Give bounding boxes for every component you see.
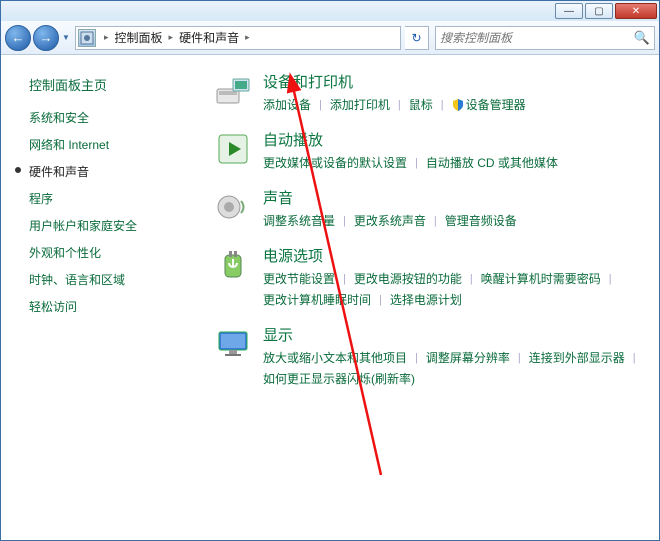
category-links: 更改节能设置 | 更改电源按钮的功能 | 唤醒计算机时需要密码 | 更改计算机睡眠时间 | 选择…: [263, 270, 647, 308]
category-title[interactable]: 设备和打印机: [263, 71, 647, 92]
category-links: 调整系统音量 | 更改系统声音 | 管理音频设备: [263, 212, 647, 229]
link-separator: |: [379, 294, 382, 306]
navbar: ← → ▼ ▸ 控制面板 ▸ 硬件和声音 ▸ ↻ 🔍: [1, 21, 659, 55]
control-panel-icon: [78, 29, 96, 47]
category-link[interactable]: 放大或缩小文本和其他项目: [263, 349, 407, 366]
category: 自动播放更改媒体或设备的默认设置 | 自动播放 CD 或其他媒体: [213, 129, 647, 171]
sidebar-item[interactable]: 程序: [11, 185, 201, 212]
category-link[interactable]: 调整屏幕分辨率: [426, 349, 510, 366]
window: — ▢ ✕ ← → ▼ ▸ 控制面板 ▸ 硬件和声音 ▸ ↻ 🔍 控制面板主页 …: [0, 0, 660, 541]
link-separator: |: [398, 99, 401, 111]
breadcrumb-separator: ▸: [165, 32, 178, 43]
link-separator: |: [609, 273, 612, 285]
display-icon: [213, 324, 253, 364]
breadcrumb-separator: ▸: [241, 32, 254, 43]
category-link[interactable]: 更改计算机睡眠时间: [263, 291, 371, 308]
sidebar-item[interactable]: 系统和安全: [11, 104, 201, 131]
category-body: 自动播放更改媒体或设备的默认设置 | 自动播放 CD 或其他媒体: [263, 129, 647, 171]
link-separator: |: [343, 215, 346, 227]
category-link[interactable]: 连接到外部显示器: [529, 349, 625, 366]
devices-icon: [213, 71, 253, 111]
refresh-button[interactable]: ↻: [405, 26, 429, 50]
body: 控制面板主页 系统和安全网络和 Internet硬件和声音程序用户帐户和家庭安全…: [1, 55, 659, 540]
maximize-button[interactable]: ▢: [585, 3, 613, 19]
search-input[interactable]: [440, 31, 634, 45]
main-content: 设备和打印机添加设备 | 添加打印机 | 鼠标 | 设备管理器自动播放更改媒体或设备的默认设…: [201, 55, 659, 540]
category-body: 设备和打印机添加设备 | 添加打印机 | 鼠标 | 设备管理器: [263, 71, 647, 113]
history-dropdown[interactable]: ▼: [61, 26, 71, 50]
breadcrumb-separator: ▸: [100, 32, 113, 43]
link-separator: |: [319, 99, 322, 111]
category-link[interactable]: 唤醒计算机时需要密码: [481, 270, 601, 287]
category: 显示放大或缩小文本和其他项目|调整屏幕分辨率|连接到外部显示器|如何更正显示器闪…: [213, 324, 647, 387]
link-separator: |: [441, 99, 444, 111]
close-button[interactable]: ✕: [615, 3, 657, 19]
link-separator: |: [415, 352, 418, 364]
link-separator: |: [343, 273, 346, 285]
category-title[interactable]: 电源选项: [263, 245, 647, 266]
breadcrumb-control-panel[interactable]: 控制面板: [113, 29, 165, 46]
sidebar: 控制面板主页 系统和安全网络和 Internet硬件和声音程序用户帐户和家庭安全…: [1, 55, 201, 540]
sidebar-item[interactable]: 硬件和声音: [11, 158, 201, 185]
link-separator: |: [415, 157, 418, 169]
category-link[interactable]: 如何更正显示器闪烁(刷新率): [263, 370, 415, 387]
power-icon: [213, 245, 253, 285]
category-body: 声音调整系统音量 | 更改系统声音 | 管理音频设备: [263, 187, 647, 229]
link-separator: |: [470, 273, 473, 285]
sidebar-item[interactable]: 网络和 Internet: [11, 131, 201, 158]
category-title[interactable]: 显示: [263, 324, 647, 345]
address-bar[interactable]: ▸ 控制面板 ▸ 硬件和声音 ▸: [75, 26, 401, 50]
category-links: 放大或缩小文本和其他项目|调整屏幕分辨率|连接到外部显示器|如何更正显示器闪烁(…: [263, 349, 647, 387]
sound-icon: [213, 187, 253, 227]
link-separator: |: [633, 352, 636, 364]
search-icon[interactable]: 🔍: [634, 30, 650, 46]
category: 声音调整系统音量 | 更改系统声音 | 管理音频设备: [213, 187, 647, 229]
category-title[interactable]: 声音: [263, 187, 647, 208]
search-box[interactable]: 🔍: [435, 26, 655, 50]
category-link[interactable]: 自动播放 CD 或其他媒体: [426, 154, 558, 171]
forward-button[interactable]: →: [33, 25, 59, 51]
minimize-button[interactable]: —: [555, 3, 583, 19]
autoplay-icon: [213, 129, 253, 169]
category: 电源选项更改节能设置 | 更改电源按钮的功能 | 唤醒计算机时需要密码 | 更改计算机睡眠时…: [213, 245, 647, 308]
category-links: 添加设备 | 添加打印机 | 鼠标 | 设备管理器: [263, 96, 647, 113]
category-link[interactable]: 管理音频设备: [445, 212, 517, 229]
category-link[interactable]: 更改媒体或设备的默认设置: [263, 154, 407, 171]
category-link[interactable]: 更改电源按钮的功能: [354, 270, 462, 287]
titlebar: — ▢ ✕: [1, 1, 659, 21]
category-body: 显示放大或缩小文本和其他项目|调整屏幕分辨率|连接到外部显示器|如何更正显示器闪…: [263, 324, 647, 387]
category-link[interactable]: 选择电源计划: [390, 291, 462, 308]
category-links: 更改媒体或设备的默认设置 | 自动播放 CD 或其他媒体: [263, 154, 647, 171]
back-button[interactable]: ←: [5, 25, 31, 51]
breadcrumb-hardware-sound[interactable]: 硬件和声音: [177, 29, 241, 46]
category-link[interactable]: 添加设备: [263, 96, 311, 113]
sidebar-item[interactable]: 用户帐户和家庭安全: [11, 212, 201, 239]
category-title[interactable]: 自动播放: [263, 129, 647, 150]
category-link[interactable]: 设备管理器: [452, 96, 526, 113]
link-separator: |: [434, 215, 437, 227]
category-link[interactable]: 更改节能设置: [263, 270, 335, 287]
sidebar-item[interactable]: 时钟、语言和区域: [11, 266, 201, 293]
sidebar-item[interactable]: 外观和个性化: [11, 239, 201, 266]
sidebar-home-link[interactable]: 控制面板主页: [11, 71, 201, 104]
category: 设备和打印机添加设备 | 添加打印机 | 鼠标 | 设备管理器: [213, 71, 647, 113]
category-body: 电源选项更改节能设置 | 更改电源按钮的功能 | 唤醒计算机时需要密码 | 更改计算机睡眠时…: [263, 245, 647, 308]
category-link[interactable]: 调整系统音量: [263, 212, 335, 229]
category-link[interactable]: 鼠标: [409, 96, 433, 113]
sidebar-item[interactable]: 轻松访问: [11, 293, 201, 320]
category-link[interactable]: 添加打印机: [330, 96, 390, 113]
link-separator: |: [518, 352, 521, 364]
category-link[interactable]: 更改系统声音: [354, 212, 426, 229]
